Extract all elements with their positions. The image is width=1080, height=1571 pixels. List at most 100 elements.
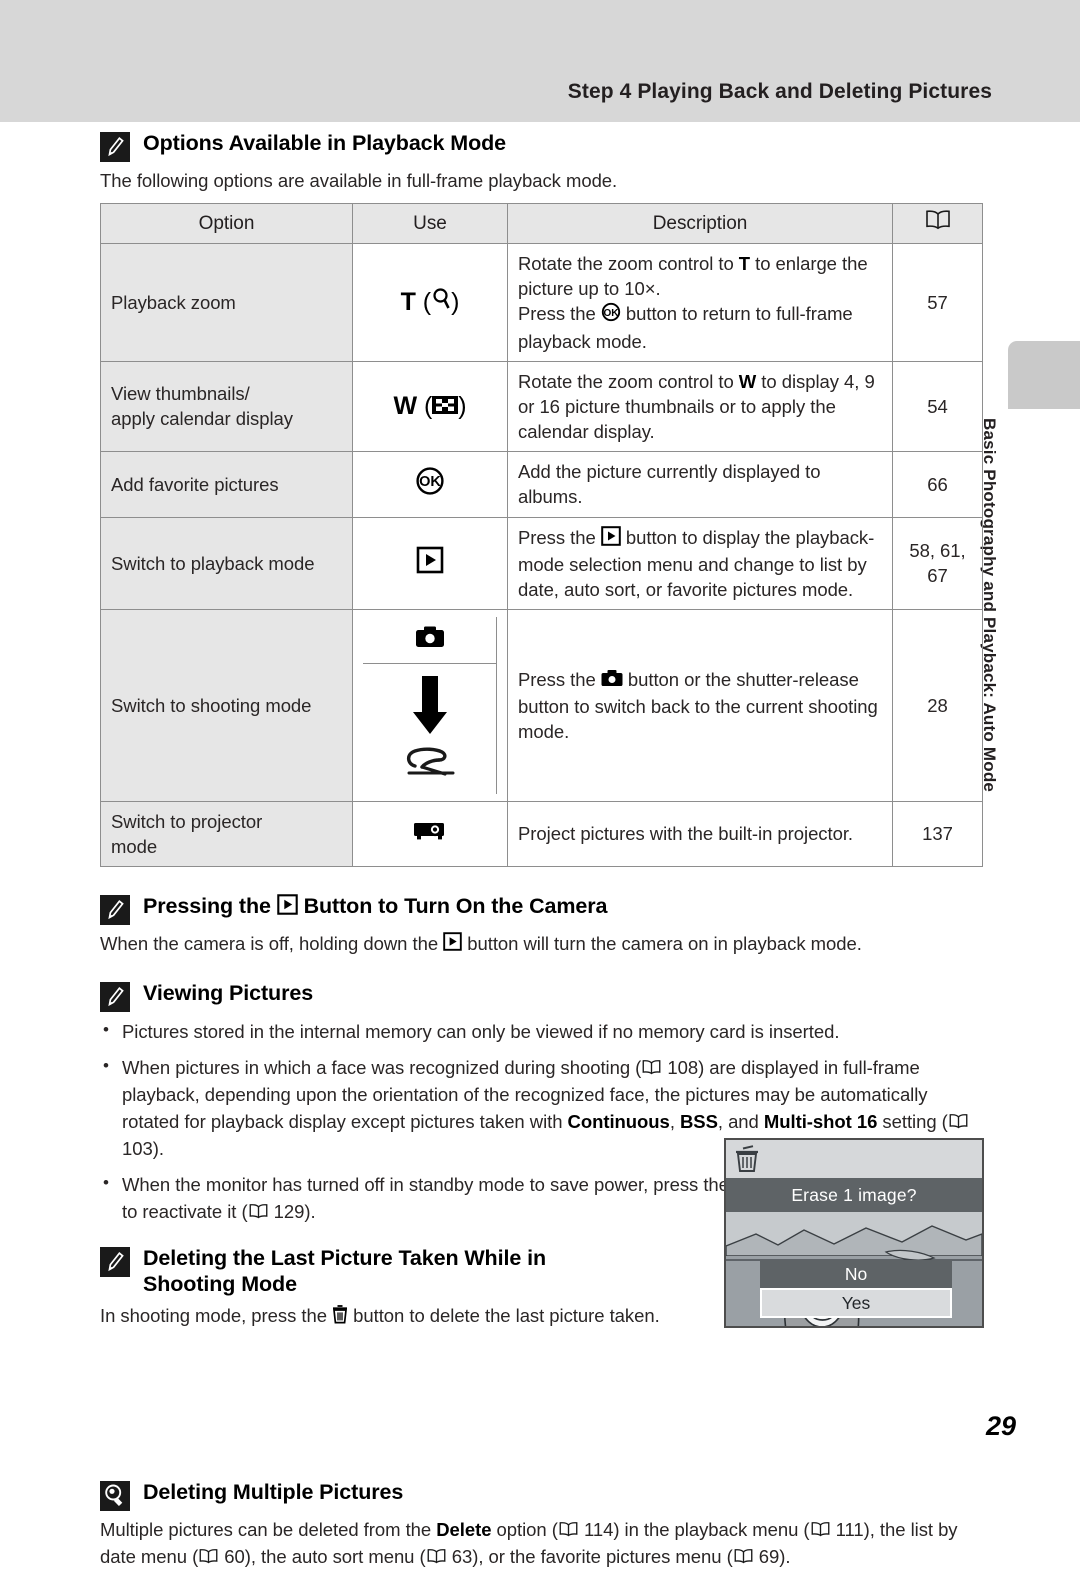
header-use: Use	[352, 203, 508, 245]
section-deleting-multiple-heading: Deleting Multiple Pictures	[100, 1479, 982, 1511]
body-text: ).	[779, 1546, 791, 1568]
trash-button-icon	[332, 1304, 348, 1331]
deleting-last-body: In shooting mode, press the button to de…	[100, 1303, 675, 1331]
table-row: Switch to playback mode Press the button…	[100, 516, 983, 611]
table-row: Switch to projector mode Project picture…	[100, 800, 983, 868]
table-row: View thumbnails/ apply calendar display …	[100, 360, 983, 453]
note-pencil-icon	[100, 132, 130, 162]
list-item: Pictures stored in the internal memory c…	[100, 1018, 982, 1046]
playback-button-icon	[600, 525, 621, 552]
table-header-row: Option Use Description	[100, 203, 983, 245]
option-line-2: mode	[111, 835, 158, 857]
title-text: Button to Turn On the Camera	[297, 894, 608, 918]
arrow-down-shutter-icon	[395, 670, 465, 788]
running-title: Step 4 Playing Back and Deleting Picture…	[567, 80, 992, 103]
deleting-multiple-body: Multiple pictures can be deleted from th…	[100, 1517, 982, 1571]
page-ref: 103	[122, 1138, 153, 1160]
body-text: ), or the favorite pictures menu (	[472, 1546, 733, 1568]
title-line-1: Deleting the Last Picture Taken While in	[143, 1245, 546, 1270]
section-viewing-pictures-heading: Viewing Pictures	[100, 980, 982, 1013]
bullet-text: setting (	[877, 1110, 948, 1132]
chapter-tab-marker	[1008, 341, 1080, 409]
table-row: Add favorite pictures OK Add the picture…	[100, 451, 983, 518]
page-number: 29	[985, 1411, 1016, 1441]
magnifier-icon	[431, 286, 451, 320]
playback-button-icon	[276, 894, 298, 921]
row-desc-playback-zoom: Rotate the zoom control to T to enlarge …	[507, 243, 893, 362]
page-content: Options Available in Playback Mode The f…	[100, 130, 983, 1571]
title-text: Pressing the	[143, 894, 277, 918]
pressing-button-body: When the camera is off, holding down the…	[100, 931, 982, 958]
header-page-reference	[892, 203, 983, 245]
trash-can-icon	[734, 1144, 760, 1179]
desc-text: Press the	[518, 303, 601, 325]
section-pressing-button-title: Pressing the Button to Turn On the Camer…	[143, 893, 607, 921]
camera-lcd-screen: Erase 1 image? No Yes	[724, 1138, 984, 1328]
bullet-text: ).	[152, 1138, 164, 1160]
row-option-switch-projector: Switch to projector mode	[100, 800, 353, 868]
bold-term: Delete	[436, 1518, 492, 1540]
lcd-top-bar	[726, 1140, 982, 1178]
bold-term: Multi-shot 16	[763, 1110, 878, 1132]
row-desc-switch-shooting: Press the button or the shutter-release …	[507, 609, 893, 802]
ok-button-icon: OK	[601, 302, 621, 328]
table-row: Playback zoom T () Rotate the zoom contr…	[100, 243, 983, 362]
lcd-dialog-title: Erase 1 image?	[726, 1178, 982, 1212]
desc-text: Rotate the zoom control to	[518, 370, 739, 392]
body-text: option (	[491, 1518, 558, 1540]
section-options-playback-heading: Options Available in Playback Mode	[100, 130, 982, 162]
ok-button-icon: OK	[415, 466, 445, 502]
page-ref: 60	[224, 1546, 245, 1568]
section-options-playback-title: Options Available in Playback Mode	[143, 131, 506, 155]
body-text: ), the auto sort menu (	[244, 1546, 426, 1568]
page-line-1: 58, 61,	[909, 540, 966, 562]
bullet-text: When the monitor has turned off in stand…	[122, 1173, 734, 1195]
row-page-switch-shooting: 28	[892, 609, 983, 802]
book-icon	[948, 1110, 969, 1137]
page-line-2: 67	[927, 565, 948, 587]
page-ref: 129	[273, 1201, 305, 1223]
lcd-option-yes[interactable]: Yes	[760, 1288, 952, 1318]
camera-icon	[601, 668, 623, 693]
bullet-text: When pictures in which a face was recogn…	[122, 1056, 642, 1078]
zoom-wide-letter: W	[393, 391, 418, 420]
row-page-switch-projector: 137	[892, 800, 983, 868]
svg-text:OK: OK	[419, 474, 441, 490]
row-desc-switch-projector: Project pictures with the built-in proje…	[507, 800, 893, 868]
book-icon	[198, 1545, 219, 1571]
row-use-playback-zoom: T ()	[352, 243, 508, 362]
desc-text: Rotate the zoom control to	[518, 253, 739, 275]
lcd-option-no[interactable]: No	[760, 1260, 952, 1288]
row-use-add-favorite: OK	[352, 451, 508, 518]
row-option-view-thumbnails: View thumbnails/ apply calendar display	[100, 360, 353, 453]
row-page-add-favorite: 66	[892, 451, 983, 518]
bold-term: Continuous	[567, 1110, 670, 1132]
row-desc-switch-playback: Press the button to display the playback…	[507, 516, 893, 611]
projector-icon	[413, 819, 447, 849]
header-description: Description	[507, 203, 893, 245]
section-deleting-last-title: Deleting the Last Picture Taken While in…	[143, 1245, 546, 1297]
header-option: Option	[100, 203, 353, 245]
row-page-view-thumbnails: 54	[892, 360, 983, 453]
body-text: ) in the playback menu (	[613, 1518, 810, 1540]
page-ref: 108	[667, 1056, 699, 1078]
row-desc-view-thumbnails: Rotate the zoom control to W to display …	[507, 360, 893, 453]
desc-text: Press the	[518, 668, 601, 690]
body-text: In shooting mode, press the	[100, 1305, 333, 1327]
section-deleting-multiple-title: Deleting Multiple Pictures	[143, 1479, 404, 1504]
tele-letter-inline: T	[738, 253, 751, 275]
bold-term: BSS	[680, 1110, 718, 1132]
book-icon	[641, 1056, 662, 1083]
bullet-text: , and	[717, 1110, 764, 1132]
book-icon	[810, 1518, 831, 1544]
desc-text: Press the	[518, 526, 601, 548]
playback-button-icon	[416, 546, 444, 580]
camera-icon	[415, 625, 445, 655]
bullet-text: ,	[669, 1110, 680, 1132]
option-line-1: View thumbnails/	[111, 383, 250, 405]
table-row: Switch to shooting mode Press the button…	[100, 609, 983, 802]
tip-lightbulb-icon	[100, 1480, 130, 1511]
row-option-switch-playback: Switch to playback mode	[100, 516, 353, 611]
page-ref: 114	[583, 1518, 614, 1540]
book-icon	[426, 1545, 447, 1571]
